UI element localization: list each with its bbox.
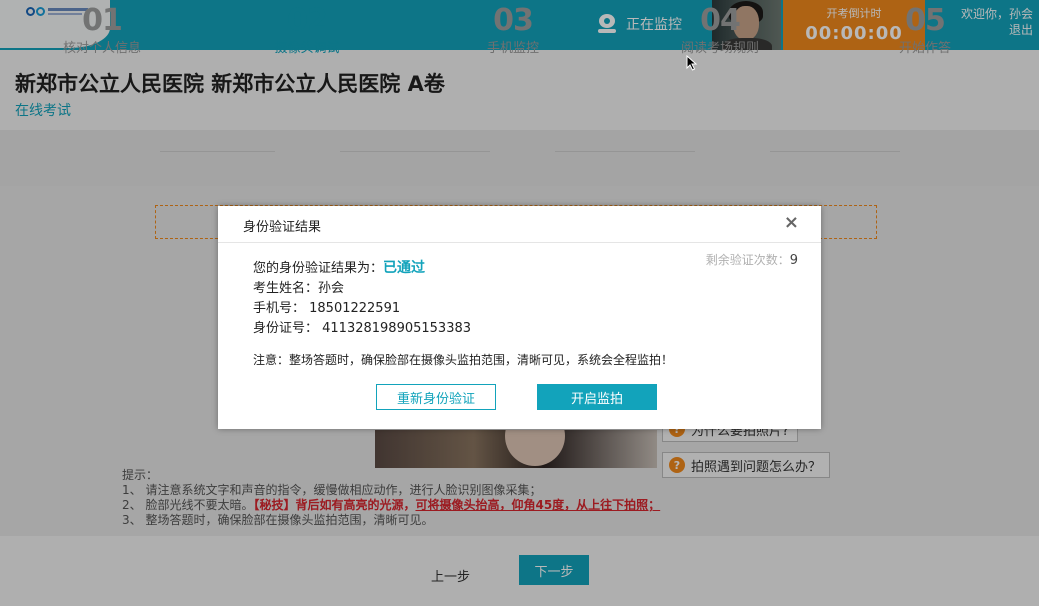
result-status-badge: 已通过: [383, 260, 426, 276]
monitoring-notice: 注意：整场答题时，确保脸部在摄像头监拍范围，清晰可见，系统会全程监拍！: [253, 353, 674, 367]
remaining-attempts: 剩余验证次数：9: [706, 251, 798, 268]
candidate-id-number: 身份证号： 411328198905153383: [253, 321, 472, 336]
verification-info: 您的身份验证结果为：已通过 考生姓名：孙会 手机号： 18501222591 身…: [253, 258, 471, 339]
reverify-button[interactable]: 重新身份验证: [376, 384, 496, 410]
remaining-label: 剩余验证次数：: [705, 253, 790, 267]
dialog-header: 身份验证结果 ×: [218, 206, 821, 243]
result-line: 您的身份验证结果为：已通过: [253, 258, 471, 279]
result-label: 您的身份验证结果为：: [253, 261, 384, 276]
remaining-count: 9: [789, 253, 798, 268]
identity-result-dialog: 身份验证结果 × 剩余验证次数：9 您的身份验证结果为：已通过 考生姓名：孙会 …: [218, 206, 821, 429]
close-icon[interactable]: ×: [784, 213, 799, 233]
start-monitoring-button[interactable]: 开启监拍: [537, 384, 657, 410]
dialog-title: 身份验证结果: [243, 220, 322, 235]
candidate-phone: 手机号： 18501222591: [253, 301, 401, 316]
candidate-name: 考生姓名：孙会: [253, 281, 345, 296]
mouse-cursor-icon: [686, 55, 698, 71]
